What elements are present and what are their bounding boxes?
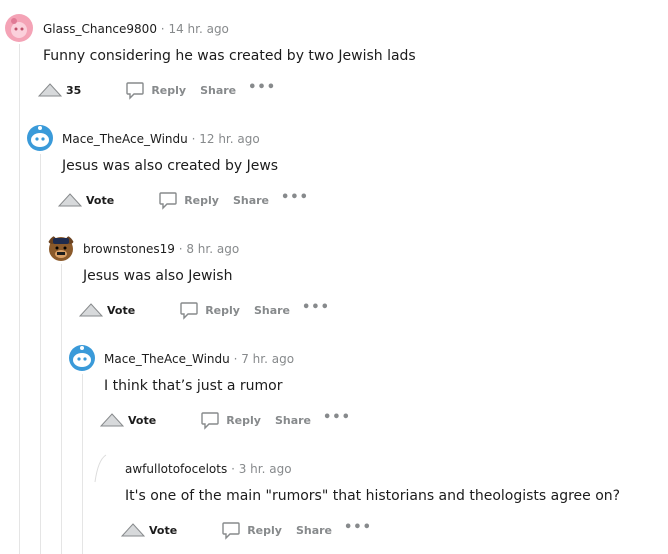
- thread-line-1[interactable]: [19, 44, 20, 554]
- upvote-icon: [100, 413, 124, 427]
- comment-body: It's one of the main "rumors" that histo…: [125, 488, 621, 504]
- vote-label: Vote: [149, 523, 178, 537]
- comment-body: Jesus was also Jewish: [83, 268, 233, 284]
- upvote-icon: [121, 523, 145, 537]
- reply-label: Reply: [247, 523, 282, 537]
- upvote-icon: [58, 193, 82, 207]
- comment-actions: 35 Reply Share •••: [38, 78, 276, 102]
- share-button[interactable]: Share: [254, 304, 290, 317]
- comment-body: Funny considering he was created by two …: [43, 48, 416, 64]
- pink-avatar-icon[interactable]: [5, 14, 33, 42]
- meta-separator: ·: [231, 462, 235, 476]
- blue-snoo-avatar-icon[interactable]: [26, 124, 54, 152]
- username[interactable]: Glass_Chance9800: [43, 22, 157, 36]
- comment-actions: Vote Reply Share •••: [58, 188, 309, 212]
- thread-curve: [94, 454, 107, 483]
- brown-bear-avatar-icon[interactable]: [47, 234, 75, 262]
- blue-snoo-avatar-icon[interactable]: [68, 344, 96, 372]
- upvote-icon: [79, 303, 103, 317]
- vote-button[interactable]: Vote: [100, 413, 156, 427]
- vote-button[interactable]: Vote: [79, 303, 135, 317]
- more-options-icon[interactable]: •••: [248, 80, 276, 95]
- thread-line-2[interactable]: [40, 154, 41, 554]
- comment-meta: Mace_TheAce_Windu · 7 hr. ago: [104, 352, 294, 366]
- share-button[interactable]: Share: [200, 84, 236, 97]
- reply-label: Reply: [205, 303, 240, 317]
- upvote-icon: [38, 83, 62, 97]
- vote-button[interactable]: Vote: [58, 193, 114, 207]
- share-label: Share: [274, 413, 311, 427]
- comment-body: Jesus was also created by Jews: [62, 158, 279, 174]
- comment-meta: brownstones19 · 8 hr. ago: [83, 242, 239, 256]
- more-options-icon[interactable]: •••: [344, 520, 372, 535]
- reply-icon: [222, 522, 240, 540]
- share-label: Share: [295, 523, 332, 537]
- vote-button[interactable]: 35: [38, 83, 81, 97]
- share-label: Share: [253, 303, 290, 317]
- more-options-icon[interactable]: •••: [302, 300, 330, 315]
- comment-meta: awfullotofocelots · 3 hr. ago: [125, 462, 292, 476]
- meta-separator: ·: [178, 242, 183, 256]
- vote-label: Vote: [128, 413, 157, 427]
- reply-button[interactable]: Reply: [221, 520, 282, 540]
- reply-icon: [201, 412, 219, 430]
- meta-separator: ·: [191, 132, 196, 146]
- thread-line-3[interactable]: [61, 264, 62, 554]
- reply-label: Reply: [184, 193, 219, 207]
- reply-button[interactable]: Reply: [179, 300, 240, 320]
- timestamp[interactable]: 7 hr. ago: [241, 352, 294, 366]
- reply-button[interactable]: Reply: [158, 190, 219, 210]
- timestamp[interactable]: 14 hr. ago: [168, 22, 228, 36]
- meta-separator: ·: [160, 22, 165, 36]
- username[interactable]: Mace_TheAce_Windu: [62, 132, 188, 146]
- comment-meta: Mace_TheAce_Windu · 12 hr. ago: [62, 132, 260, 146]
- vote-count: 35: [66, 83, 82, 97]
- username[interactable]: brownstones19: [83, 242, 175, 256]
- reply-label: Reply: [226, 413, 261, 427]
- vote-label: Vote: [107, 303, 136, 317]
- comment-meta: Glass_Chance9800 · 14 hr. ago: [43, 22, 229, 36]
- share-button[interactable]: Share: [233, 194, 269, 207]
- comment-actions: Vote Reply Share •••: [121, 518, 372, 542]
- reply-button[interactable]: Reply: [200, 410, 261, 430]
- share-label: Share: [232, 193, 269, 207]
- timestamp[interactable]: 12 hr. ago: [199, 132, 259, 146]
- share-button[interactable]: Share: [296, 524, 332, 537]
- vote-label: Vote: [86, 193, 115, 207]
- comment-actions: Vote Reply Share •••: [79, 298, 330, 322]
- comment-body: I think that’s just a rumor: [104, 378, 283, 394]
- reply-icon: [126, 82, 145, 100]
- timestamp[interactable]: 8 hr. ago: [186, 242, 239, 256]
- username[interactable]: Mace_TheAce_Windu: [104, 352, 230, 366]
- timestamp[interactable]: 3 hr. ago: [239, 462, 292, 476]
- reply-icon: [159, 192, 177, 210]
- vote-button[interactable]: Vote: [121, 523, 177, 537]
- username[interactable]: awfullotofocelots: [125, 462, 227, 476]
- share-label: Share: [200, 83, 237, 97]
- meta-separator: ·: [233, 352, 238, 366]
- reply-label: Reply: [151, 83, 187, 97]
- comment-actions: Vote Reply Share •••: [100, 408, 351, 432]
- reply-icon: [180, 302, 198, 320]
- more-options-icon[interactable]: •••: [281, 190, 309, 205]
- more-options-icon[interactable]: •••: [323, 410, 351, 425]
- share-button[interactable]: Share: [275, 414, 311, 427]
- reply-button[interactable]: Reply: [125, 80, 186, 100]
- thread-line-4[interactable]: [82, 374, 83, 554]
